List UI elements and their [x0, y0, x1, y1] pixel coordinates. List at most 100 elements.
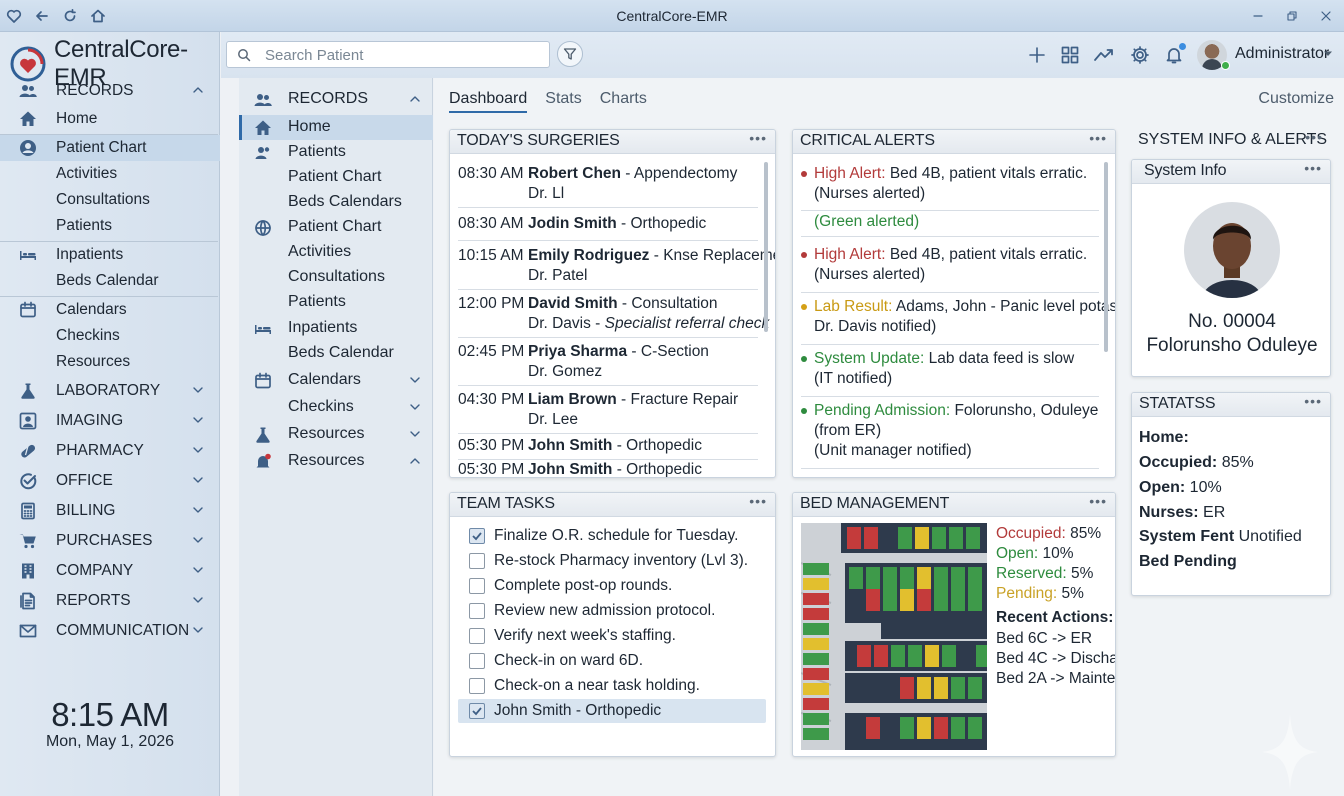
- nav-communication[interactable]: COMMUNICATION: [0, 618, 220, 644]
- more-icon[interactable]: •••: [749, 493, 767, 509]
- chevron-down-icon[interactable]: [192, 446, 204, 454]
- nav-beds-calendar[interactable]: Beds Calendar: [0, 268, 220, 294]
- bell-icon[interactable]: [1162, 43, 1186, 67]
- chevron-down-icon[interactable]: [192, 386, 204, 394]
- task-item[interactable]: Verify next week's staffing.: [458, 624, 766, 648]
- task-item[interactable]: Check-on a near task holding.: [458, 674, 766, 698]
- task-item[interactable]: Review new admission protocol.: [458, 599, 766, 623]
- more-icon[interactable]: •••: [749, 130, 767, 146]
- nav-patients[interactable]: Patients: [0, 213, 220, 239]
- more-icon[interactable]: •••: [1305, 129, 1323, 145]
- scrollbar[interactable]: [764, 162, 768, 332]
- close-icon[interactable]: [1316, 6, 1336, 26]
- grid-icon[interactable]: [1058, 43, 1082, 67]
- chevron-up-icon[interactable]: [409, 95, 421, 103]
- checkbox[interactable]: [469, 603, 485, 619]
- checkbox[interactable]: [469, 678, 485, 694]
- alert-item[interactable]: High Alert: Bed 4B, patient vitals errat…: [801, 245, 1099, 289]
- surgery-row[interactable]: 02:45 PM Priya Sharma - C-Section Dr. Gom…: [458, 342, 758, 386]
- nav-home[interactable]: Home: [0, 106, 220, 132]
- task-item[interactable]: Complete post-op rounds.: [458, 574, 766, 598]
- nav-patient-chart[interactable]: Patient Chart: [0, 135, 220, 161]
- subnav-activities[interactable]: Activities: [239, 240, 433, 265]
- task-item[interactable]: Finalize O.R. schedule for Tuesday.: [458, 524, 766, 548]
- chevron-down-icon[interactable]: [192, 626, 204, 634]
- checkbox[interactable]: [469, 553, 485, 569]
- add-icon[interactable]: [1025, 43, 1049, 67]
- surgery-row[interactable]: 05:30 PM John Smith - Orthopedic: [458, 460, 758, 477]
- nav-inpatients[interactable]: Inpatients: [0, 242, 220, 268]
- subnav-inpatients[interactable]: Inpatients: [239, 316, 433, 341]
- subnav-beds-calendar[interactable]: Beds Calendar: [239, 341, 433, 366]
- checkbox-checked[interactable]: [469, 703, 485, 719]
- tab-charts[interactable]: Charts: [600, 90, 647, 113]
- search-input[interactable]: [265, 45, 545, 65]
- minimize-icon[interactable]: [1248, 6, 1268, 26]
- more-icon[interactable]: •••: [1304, 393, 1322, 409]
- checkbox[interactable]: [469, 578, 485, 594]
- subnav-resources-2[interactable]: Resources: [239, 449, 433, 474]
- alert-item[interactable]: (Green alerted): [801, 212, 1099, 234]
- surgery-row[interactable]: 12:00 PM David Smith - Consultation Dr. D…: [458, 294, 769, 338]
- task-item[interactable]: Re-stock Pharmacy inventory (Lvl 3).: [458, 549, 766, 573]
- chevron-down-icon[interactable]: [409, 430, 421, 438]
- settings-icon[interactable]: [1128, 43, 1152, 67]
- chevron-down-icon[interactable]: [192, 536, 204, 544]
- nav-pharmacy[interactable]: PHARMACY: [0, 438, 220, 464]
- chevron-down-icon[interactable]: [409, 403, 421, 411]
- search-box[interactable]: [226, 41, 550, 68]
- filter-button[interactable]: [557, 41, 583, 67]
- alert-item[interactable]: Pending Admission: Folorunsho, Oduleye (f…: [801, 401, 1099, 465]
- nav-resources[interactable]: Resources: [0, 349, 220, 375]
- nav-reports[interactable]: REPORTS: [0, 588, 220, 614]
- nav-checkins[interactable]: Checkins: [0, 323, 220, 349]
- surgery-row[interactable]: 05:30 PM John Smith - Orthopedic: [458, 436, 758, 460]
- alert-item[interactable]: System Update: Lab data feed is slow (IT …: [801, 349, 1099, 393]
- surgery-row[interactable]: 04:30 PM Liam Brown - Fracture Repair Dr.…: [458, 390, 758, 434]
- surgery-row[interactable]: 08:30 AM Jodin Smith - Orthopedic: [458, 214, 758, 241]
- chevron-down-icon[interactable]: [409, 376, 421, 384]
- chevron-down-icon[interactable]: [192, 566, 204, 574]
- subnav-checkins[interactable]: Checkins: [239, 395, 433, 420]
- subnav-patients-2[interactable]: Patients: [239, 290, 433, 315]
- task-item[interactable]: Check-in on ward 6D.: [458, 649, 766, 673]
- subnav-consultations[interactable]: Consultations: [239, 265, 433, 290]
- nav-laboratory[interactable]: LABORATORY: [0, 378, 220, 404]
- checkbox-checked[interactable]: [469, 528, 485, 544]
- subnav-patient-chart-2[interactable]: Patient Chart: [239, 215, 433, 240]
- alert-item[interactable]: High Alert: Bed 4B, patient vitals errat…: [801, 164, 1099, 208]
- alert-item[interactable]: Lab Result: Adams, John - Panic level po…: [801, 297, 1115, 341]
- nav-consultations[interactable]: Consultations: [0, 187, 220, 213]
- bed-floor-map[interactable]: [801, 523, 987, 750]
- subnav-patients[interactable]: Patients: [239, 140, 433, 165]
- chevron-down-icon[interactable]: [192, 506, 204, 514]
- checkbox[interactable]: [469, 628, 485, 644]
- customize-button[interactable]: Customize: [1258, 90, 1334, 108]
- subnav-calendars[interactable]: Calendars: [239, 368, 433, 393]
- subnav-home[interactable]: Home: [239, 115, 433, 140]
- surgery-row[interactable]: 08:30 AM Robert Chen - Appendectomy Dr. L…: [458, 164, 758, 208]
- nav-records[interactable]: RECORDS: [0, 78, 220, 104]
- more-icon[interactable]: •••: [1304, 160, 1322, 176]
- chevron-down-icon[interactable]: [192, 416, 204, 424]
- nav-purchases[interactable]: PURCHASES: [0, 528, 220, 554]
- user-name[interactable]: Administrator: [1235, 45, 1329, 63]
- trend-icon[interactable]: [1092, 43, 1116, 67]
- nav-calendars[interactable]: Calendars: [0, 297, 220, 323]
- subnav-beds-calendars[interactable]: Beds Calendars: [239, 190, 433, 215]
- nav-imaging[interactable]: IMAGING: [0, 408, 220, 434]
- more-icon[interactable]: •••: [1089, 130, 1107, 146]
- chevron-up-icon[interactable]: [192, 86, 204, 94]
- nav-billing[interactable]: BILLING: [0, 498, 220, 524]
- subnav-patient-chart[interactable]: Patient Chart: [239, 165, 433, 190]
- nav-activities[interactable]: Activities: [0, 161, 220, 187]
- scrollbar[interactable]: [1104, 162, 1108, 352]
- task-item[interactable]: John Smith - Orthopedic: [458, 699, 766, 723]
- nav-company[interactable]: COMPANY: [0, 558, 220, 584]
- subnav-records[interactable]: RECORDS: [239, 87, 433, 112]
- surgery-row[interactable]: 10:15 AM Emily Rodriguez - Knse Replacem…: [458, 246, 775, 290]
- checkbox[interactable]: [469, 653, 485, 669]
- tab-stats[interactable]: Stats: [545, 90, 581, 113]
- restore-icon[interactable]: [1282, 6, 1302, 26]
- caret-down-icon[interactable]: [1323, 51, 1333, 57]
